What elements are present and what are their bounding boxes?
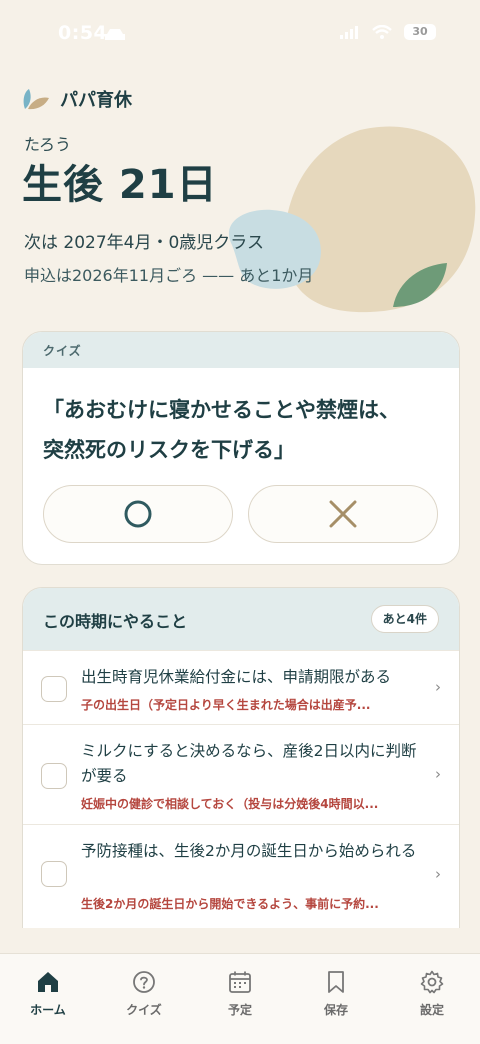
tab-schedule[interactable]: 予定 (192, 954, 288, 1024)
tab-label: 保存 (323, 1003, 348, 1017)
child-age: 生後 21日 (22, 162, 218, 208)
answer-true-button[interactable] (43, 485, 233, 543)
todo-title: この時期にやること (43, 612, 188, 631)
app-brand: パパ育休 (22, 86, 132, 112)
question-icon (133, 971, 155, 993)
answer-false-button[interactable] (248, 485, 438, 543)
quiz-header: クイズ (23, 332, 459, 368)
tab-saved[interactable]: 保存 (288, 954, 384, 1024)
todo-text: ミルクにすると決めるなら、産後2日以内に判断が要る (81, 742, 417, 785)
tab-settings[interactable]: 設定 (384, 954, 480, 1024)
remaining-badge[interactable]: あと4件 (370, 605, 439, 633)
todo-item[interactable]: 出生時育児休業給付金には、申請期限がある 子の出生日（予定日より早く生まれた場合… (23, 650, 459, 725)
home-icon (38, 972, 58, 992)
chevron-right-icon: › (435, 678, 441, 696)
application-timing: 申込は2026年11月ごろ —— あと1か月 (24, 266, 314, 285)
quiz-question: 「あおむけに寝かせることや禁煙は、突然死のリスクを下げる」 (43, 398, 400, 462)
todo-subtext: 生後2か月の誕生日から開始できるよう、事前に予約... (81, 897, 379, 911)
todo-item[interactable]: ミルクにすると決めるなら、産後2日以内に判断が要る 妊娠中の健診で相談しておく（… (23, 724, 459, 825)
todo-checkbox[interactable] (41, 861, 67, 887)
next-enrollment: 次は 2027年4月・0歳児クラス (24, 233, 264, 253)
tab-home[interactable]: ホーム (0, 954, 96, 1024)
todo-subtext: 子の出生日（予定日より早く生まれた場合は出産予... (81, 698, 371, 712)
gear-icon (420, 970, 444, 994)
tab-label: クイズ (126, 1003, 162, 1017)
tab-label: 予定 (227, 1003, 252, 1017)
leaf-logo-icon (23, 89, 49, 110)
todo-checkbox[interactable] (41, 676, 67, 702)
todo-header: この時期にやること あと4件 (23, 588, 459, 650)
tab-quiz[interactable]: クイズ (96, 954, 192, 1024)
tab-label: 設定 (419, 1003, 444, 1017)
chevron-right-icon: › (435, 765, 441, 783)
calendar-icon (229, 971, 251, 993)
cross-icon (329, 500, 357, 528)
todo-item[interactable]: 予防接種は、生後2か月の誕生日から始められる 生後2か月の誕生日から開始できるよ… (23, 824, 459, 928)
chevron-right-icon: › (435, 865, 441, 883)
signal-icon (340, 26, 358, 39)
todo-card: この時期にやること あと4件 出生時育児休業給付金には、申請期限がある 子の出生… (22, 587, 460, 928)
decorative-blobs (228, 126, 476, 313)
app-name: パパ育休 (60, 90, 132, 111)
tab-label: ホーム (30, 1003, 66, 1017)
status-time: 0:54 (58, 22, 108, 44)
status-bar: 0:54 30 (0, 0, 480, 70)
wifi-icon (372, 25, 392, 39)
quiz-card: クイズ 「あおむけに寝かせることや禁煙は、突然死のリスクを下げる」 (22, 331, 460, 565)
todo-text: 予防接種は、生後2か月の誕生日から始められる (81, 842, 417, 860)
car-icon (105, 29, 125, 40)
todo-text: 出生時育児休業給付金には、申請期限がある (81, 668, 392, 686)
bookmark-icon (328, 971, 344, 993)
todo-subtext: 妊娠中の健診で相談しておく（投与は分娩後4時間以... (81, 797, 379, 811)
todo-checkbox[interactable] (41, 763, 67, 789)
circle-icon (124, 500, 152, 528)
battery-indicator: 30 (404, 24, 436, 40)
tab-bar: ホーム クイズ 予定 保存 設定 (0, 953, 480, 1044)
